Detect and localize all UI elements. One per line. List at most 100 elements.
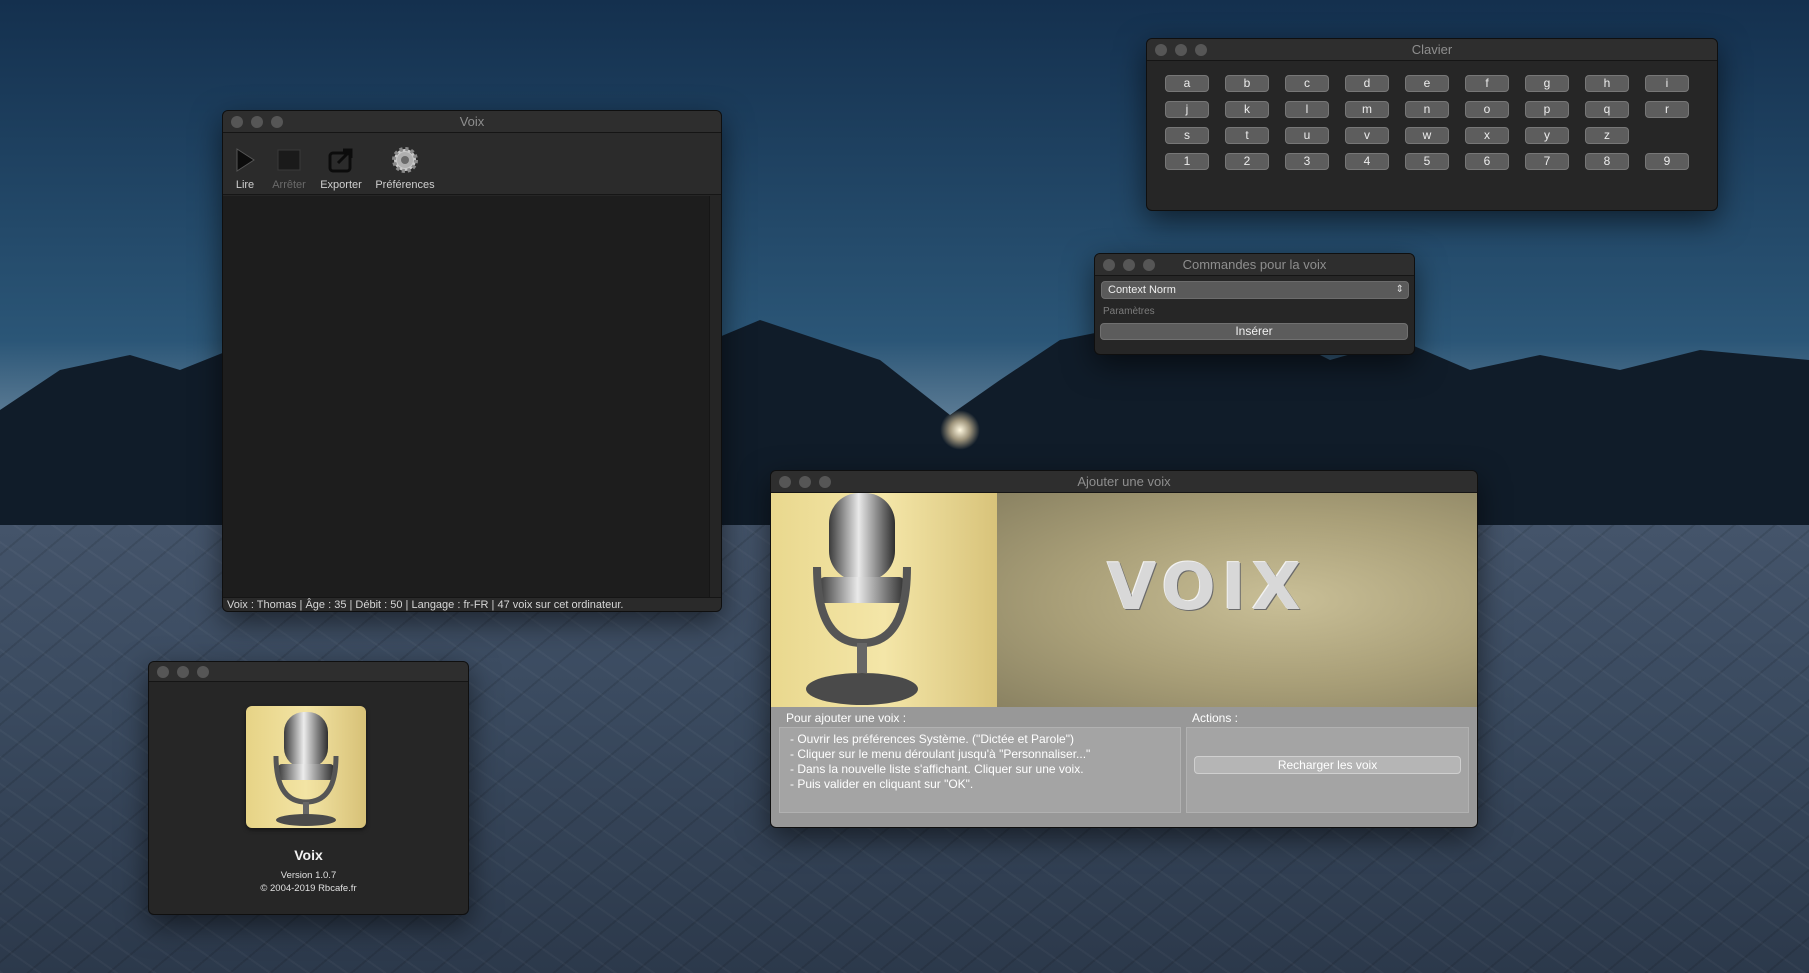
export-icon: [326, 145, 356, 175]
microphone-icon: [273, 712, 339, 826]
key-i[interactable]: i: [1645, 75, 1689, 92]
key-p[interactable]: p: [1525, 101, 1569, 118]
insert-button[interactable]: Insérer: [1100, 323, 1408, 340]
key-j[interactable]: j: [1165, 101, 1209, 118]
command-select-value: Context Norm: [1108, 284, 1176, 296]
key-h[interactable]: h: [1585, 75, 1629, 92]
key-w[interactable]: w: [1405, 127, 1449, 144]
about-titlebar[interactable]: [149, 662, 468, 682]
key-s[interactable]: s: [1165, 127, 1209, 144]
zoom-button[interactable]: [1143, 259, 1155, 271]
minimize-button[interactable]: [799, 476, 811, 488]
key-k[interactable]: k: [1225, 101, 1269, 118]
key-2[interactable]: 2: [1225, 153, 1269, 170]
key-5[interactable]: 5: [1405, 153, 1449, 170]
window-controls: [231, 116, 283, 128]
microphone-icon: [806, 493, 918, 705]
key-x[interactable]: x: [1465, 127, 1509, 144]
toolbar: Lire Arrêter Exporter Préférences: [223, 133, 721, 195]
zoom-button[interactable]: [819, 476, 831, 488]
vertical-scrollbar[interactable]: [709, 196, 721, 597]
banner-logo-panel: VOIX: [997, 493, 1477, 707]
key-y[interactable]: y: [1525, 127, 1569, 144]
minimize-button[interactable]: [251, 116, 263, 128]
voix-titlebar[interactable]: Voix: [223, 111, 721, 133]
key-3[interactable]: 3: [1285, 153, 1329, 170]
stop-button[interactable]: Arrêter: [269, 137, 309, 191]
minimize-button[interactable]: [1123, 259, 1135, 271]
add-voice-info-panel: Pour ajouter une voix : Actions : - Ouvr…: [771, 707, 1477, 827]
commands-window: Commandes pour la voix Context Norm ⇕ Pa…: [1094, 253, 1415, 355]
zoom-button[interactable]: [1195, 44, 1207, 56]
close-button[interactable]: [1155, 44, 1167, 56]
text-editor-area[interactable]: [223, 196, 721, 597]
key-z[interactable]: z: [1585, 127, 1629, 144]
window-title: Voix: [459, 114, 485, 129]
reload-voices-button[interactable]: Recharger les voix: [1194, 756, 1461, 774]
actions-heading: Actions :: [1192, 711, 1239, 725]
chevron-updown-icon: ⇕: [1395, 284, 1404, 295]
key-b[interactable]: b: [1225, 75, 1269, 92]
status-bar: Voix : Thomas | Âge : 35 | Débit : 50 | …: [223, 597, 721, 611]
close-button[interactable]: [1103, 259, 1115, 271]
key-v[interactable]: v: [1345, 127, 1389, 144]
add-voice-titlebar[interactable]: Ajouter une voix: [771, 471, 1477, 493]
key-q[interactable]: q: [1585, 101, 1629, 118]
key-o[interactable]: o: [1465, 101, 1509, 118]
window-controls: [1103, 259, 1155, 271]
window-controls: [157, 666, 209, 678]
key-f[interactable]: f: [1465, 75, 1509, 92]
window-title: Clavier: [1411, 42, 1453, 57]
command-select[interactable]: Context Norm ⇕: [1101, 281, 1409, 299]
window-controls: [779, 476, 831, 488]
sunset-glow: [940, 410, 980, 450]
play-button[interactable]: Lire: [231, 137, 259, 191]
key-u[interactable]: u: [1285, 127, 1329, 144]
key-a[interactable]: a: [1165, 75, 1209, 92]
actions-box: Recharger les voix: [1186, 727, 1469, 813]
clavier-window: Clavier abcdefghi jklmnopqr stuvwxyz 123456…: [1146, 38, 1718, 211]
minimize-button[interactable]: [177, 666, 189, 678]
key-8[interactable]: 8: [1585, 153, 1629, 170]
key-4[interactable]: 4: [1345, 153, 1389, 170]
key-9[interactable]: 9: [1645, 153, 1689, 170]
close-button[interactable]: [779, 476, 791, 488]
parameters-field[interactable]: Paramètres: [1103, 306, 1155, 317]
minimize-button[interactable]: [1175, 44, 1187, 56]
instructions-heading: Pour ajouter une voix :: [786, 711, 907, 725]
key-m[interactable]: m: [1345, 101, 1389, 118]
preferences-label: Préférences: [375, 179, 435, 191]
instruction-line: - Puis valider en cliquant sur "OK".: [790, 777, 974, 791]
window-title: Ajouter une voix: [1077, 474, 1171, 489]
key-t[interactable]: t: [1225, 127, 1269, 144]
key-e[interactable]: e: [1405, 75, 1449, 92]
instruction-line: - Ouvrir les préférences Système. ("Dict…: [790, 732, 1074, 746]
key-n[interactable]: n: [1405, 101, 1449, 118]
voix-logo-text: VOIX: [1107, 551, 1307, 625]
close-button[interactable]: [231, 116, 243, 128]
play-icon: [230, 145, 260, 175]
key-r[interactable]: r: [1645, 101, 1689, 118]
about-app-name: Voix: [294, 847, 323, 863]
key-d[interactable]: d: [1345, 75, 1389, 92]
key-6[interactable]: 6: [1465, 153, 1509, 170]
gear-icon: [390, 145, 420, 175]
commands-titlebar[interactable]: Commandes pour la voix: [1095, 254, 1414, 276]
export-button[interactable]: Exporter: [319, 137, 363, 191]
zoom-button[interactable]: [197, 666, 209, 678]
voix-main-window: Voix Lire Arrêter Exporter Préférences V…: [222, 110, 722, 612]
close-button[interactable]: [157, 666, 169, 678]
zoom-button[interactable]: [271, 116, 283, 128]
key-7[interactable]: 7: [1525, 153, 1569, 170]
instruction-line: - Dans la nouvelle liste s'affichant. Cl…: [790, 762, 1084, 776]
key-c[interactable]: c: [1285, 75, 1329, 92]
key-g[interactable]: g: [1525, 75, 1569, 92]
about-window: Voix Version 1.0.7 © 2004-2019 Rbcafe.fr: [148, 661, 469, 915]
app-banner: VOIX: [771, 493, 1477, 707]
play-label: Lire: [235, 179, 255, 191]
preferences-button[interactable]: Préférences: [373, 137, 437, 191]
key-1[interactable]: 1: [1165, 153, 1209, 170]
key-l[interactable]: l: [1285, 101, 1329, 118]
clavier-titlebar[interactable]: Clavier: [1147, 39, 1717, 61]
about-version: Version 1.0.7: [280, 870, 337, 881]
